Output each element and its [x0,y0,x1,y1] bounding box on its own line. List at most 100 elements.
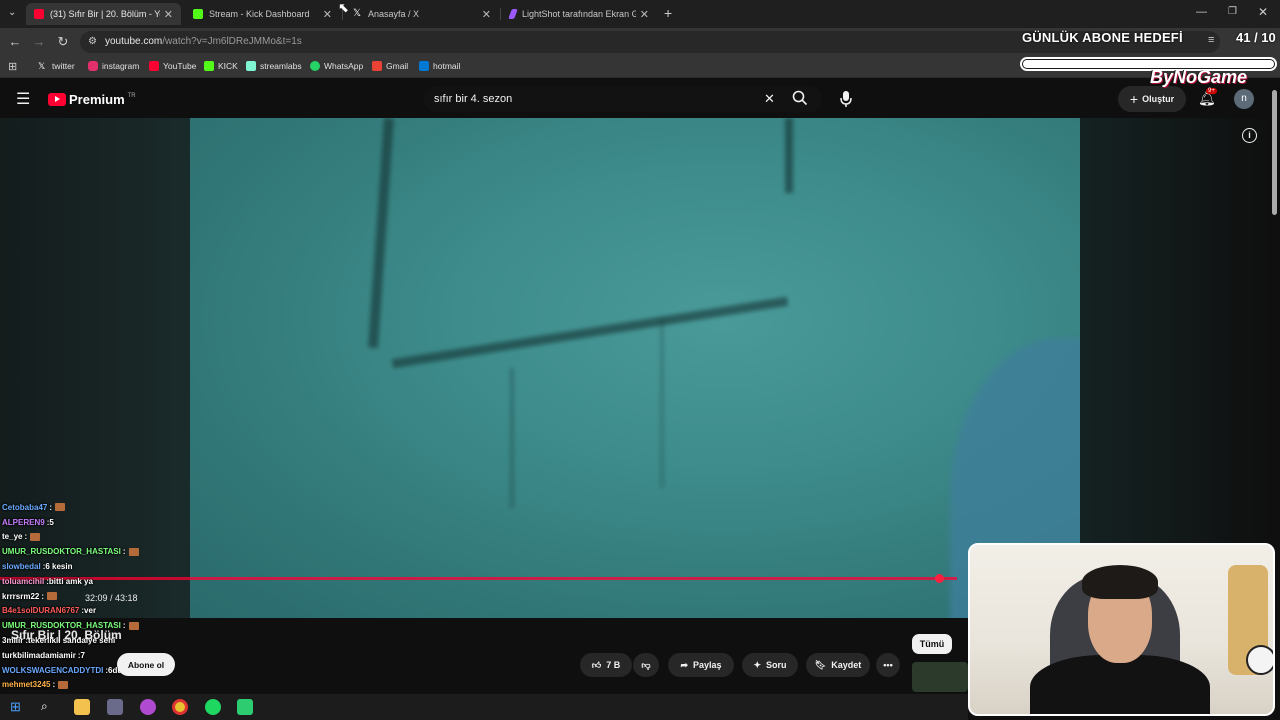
search-icon[interactable]: ⌕ [41,699,48,714]
notification-badge: 9+ [1206,88,1217,94]
tab-label: LightShot tarafından Ekran Görü [522,9,636,19]
instagram-icon [88,61,98,71]
search-icon[interactable] [792,90,810,108]
chat-message: toluamcihil : bitti amk ya [2,574,302,589]
dislike-button[interactable]: 👎︎ [633,653,659,677]
video-time-display: 32:09 / 43:18 [85,593,138,603]
close-icon[interactable]: ✕ [482,8,491,21]
windows-start-icon[interactable]: ⊞ [10,699,21,715]
window-close-icon[interactable]: ✕ [1258,5,1268,19]
tab-kick[interactable]: Stream - Kick Dashboard ✕ [185,3,340,25]
app-icon[interactable] [107,699,123,715]
chat-emote-icon [47,592,58,601]
close-icon[interactable]: ✕ [323,8,332,21]
back-icon[interactable]: ← [7,34,23,50]
stream-chat-overlay: Cetobaba47 : ALPEREN9 : 5 te_ye : UMUR_RU… [2,500,302,707]
restore-icon[interactable]: ❐ [1228,6,1237,17]
chat-separator: : [24,532,28,542]
filter-chip-all[interactable]: Tümü [912,634,952,654]
bookmark-instagram[interactable]: instagram [88,61,139,71]
bookmark-hotmail[interactable]: hotmail [419,61,460,71]
bookmark-whatsapp[interactable]: WhatsApp [310,61,363,71]
close-icon[interactable]: ✕ [164,8,173,21]
create-label: Oluştur [1142,94,1175,104]
new-tab-icon[interactable]: + [664,5,672,21]
chat-message: Cetobaba47 : [2,500,302,515]
chat-username: toluamcihil [2,576,45,586]
chat-text: 7 [80,650,85,660]
app-icon[interactable] [237,699,253,715]
close-icon[interactable]: ✕ [640,8,649,21]
video-title: Sıfır Bir | 20. Bölüm [11,628,122,642]
tab-x[interactable]: 𝕏 Anasayfa / X ✕ [344,3,499,25]
bookmark-gmail[interactable]: Gmail [372,61,408,71]
share-button[interactable]: ➦ Paylaş [668,653,734,677]
windows-taskbar: ⊞ ⌕ [0,694,968,720]
subscriber-goal-title: GÜNLÜK ABONE HEDEFİ [1022,30,1183,45]
chat-username: slowbedal [2,562,41,572]
bookmark-kick[interactable]: KICK [204,61,238,71]
youtube-header: ☰ Premium TR sıfır bir 4. sezon ✕ + Oluş… [0,80,1280,118]
streamer-brand-logo: ByNoGame [1150,67,1248,87]
progress-scrubber[interactable] [935,574,944,583]
youtube-premium-logo[interactable]: Premium TR [48,92,136,107]
video-frame[interactable] [190,118,1080,618]
reload-icon[interactable]: ↻ [55,34,71,50]
like-count: 7 B [606,660,621,670]
video-scene-shape [660,318,664,488]
tab-youtube[interactable]: (31) Sıfır Bir | 20. Bölüm - YouTube ✕ [26,3,181,25]
info-icon[interactable]: i [1242,128,1257,143]
chat-text: ver [84,606,97,616]
page-scrollbar[interactable] [1272,90,1277,215]
apps-grid-icon[interactable]: ⊞ [8,60,17,73]
app-icon[interactable] [140,699,156,715]
bookmark-twitter[interactable]: 𝕏twitter [38,61,75,71]
search-input[interactable]: sıfır bir 4. sezon ✕ [424,86,822,112]
logo-text: Premium [69,92,125,107]
create-button[interactable]: + Oluştur [1118,86,1186,112]
bookmark-icon: 🔖︎ [814,659,827,670]
more-actions-button[interactable]: ••• [876,653,900,677]
file-explorer-icon[interactable] [74,699,90,715]
football-shape [1246,645,1273,675]
menu-icon[interactable]: ☰ [16,89,30,109]
chat-emote-icon [58,680,69,689]
like-button[interactable]: 👍︎ 7 B [580,653,632,677]
minimize-icon[interactable]: — [1196,6,1207,18]
chat-separator: : [122,547,126,557]
media-controls-icon[interactable]: ≡ [1208,34,1214,46]
share-label: Paylaş [693,660,722,670]
video-scene-shape [367,118,395,349]
chat-username: Cetobaba47 [2,502,48,512]
browser-tab-bar: ⌄ (31) Sıfır Bir | 20. Bölüm - YouTube ✕… [0,0,1280,28]
chat-text: 5 [49,517,54,527]
forward-icon[interactable]: → [31,34,47,50]
streamer-hair-shape [1082,565,1158,599]
site-info-icon[interactable]: ⚙ [88,36,97,47]
chat-emote-icon [128,621,139,630]
spotify-icon[interactable] [205,699,221,715]
player-letterbox-right [1080,118,1270,548]
gmail-icon [372,61,382,71]
chat-username: WOLKSWAGENCADDYTDI [2,665,104,675]
tab-search-chevron-icon[interactable]: ⌄ [8,7,16,18]
ask-button[interactable]: ✦ Soru [742,653,798,677]
lightshot-icon [508,9,518,19]
clear-search-icon[interactable]: ✕ [764,91,775,107]
x-icon: 𝕏 [352,8,362,19]
video-scene-shape [510,368,514,508]
tab-lightshot[interactable]: LightShot tarafından Ekran Görü ✕ [502,3,657,25]
chat-message: ALPEREN9 : 5 [2,515,302,530]
url-domain: youtube.com [105,36,163,47]
save-label: Kaydet [831,660,862,670]
bookmark-streamlabs[interactable]: streamlabs [246,61,302,71]
recommended-video-thumbnail[interactable] [912,662,968,692]
bookmark-label: streamlabs [260,61,302,71]
avatar[interactable]: n [1234,89,1254,109]
microphone-icon[interactable] [838,89,856,109]
subscribe-button[interactable]: Abone ol [117,653,175,676]
chrome-icon[interactable] [172,699,188,715]
save-button[interactable]: 🔖︎ Kaydet [806,653,870,677]
bookmark-youtube[interactable]: YouTube [149,61,196,71]
bookmark-label: twitter [52,61,75,71]
